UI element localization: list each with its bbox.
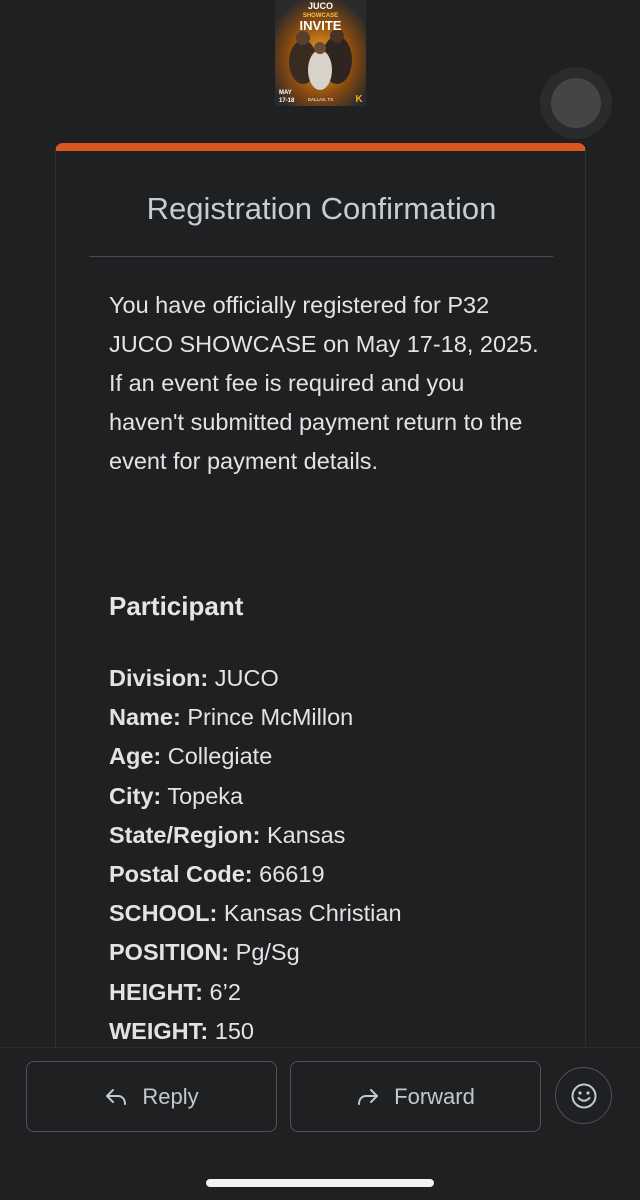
field-label: Division: bbox=[109, 665, 209, 691]
forward-label: Forward bbox=[394, 1083, 475, 1109]
home-indicator bbox=[206, 1179, 434, 1187]
poster-date-days: 17-18 bbox=[279, 98, 295, 104]
field-division: Division: JUCO bbox=[109, 659, 549, 698]
field-value: Collegiate bbox=[167, 743, 273, 770]
field-value: Kansas Christian bbox=[223, 900, 402, 927]
field-value: Prince McMillon bbox=[187, 704, 354, 731]
email-screen: JUCO SHOWCASE INVITE MAY 17-18 DALLAS, T… bbox=[0, 0, 640, 1200]
field-label: POSITION: bbox=[109, 939, 230, 966]
field-postal-code: Postal Code: 66619 bbox=[109, 855, 549, 894]
field-value: 6’2 bbox=[209, 978, 241, 1005]
field-value: 66619 bbox=[259, 861, 325, 888]
smiley-face-icon bbox=[571, 1083, 596, 1108]
field-age: Age: Collegiate bbox=[109, 737, 549, 776]
field-height: HEIGHT: 6’2 bbox=[109, 973, 549, 1012]
field-value: Pg/Sg bbox=[235, 939, 300, 966]
emoji-reaction-button[interactable] bbox=[555, 1067, 612, 1124]
field-value: Kansas bbox=[267, 821, 346, 848]
reply-button[interactable]: Reply bbox=[26, 1061, 277, 1132]
forward-button[interactable]: Forward bbox=[290, 1061, 541, 1132]
participant-details: Division: JUCO Name: Prince McMillon Age… bbox=[109, 659, 549, 1051]
field-value: Topeka bbox=[167, 782, 244, 809]
field-state-region: State/Region: Kansas bbox=[109, 816, 549, 855]
reply-arrow-icon bbox=[106, 1088, 127, 1105]
floating-button-circle-icon bbox=[551, 78, 601, 128]
field-label: Name: bbox=[109, 704, 181, 731]
poster-date-month: MAY bbox=[279, 90, 292, 96]
field-name: Name: Prince McMillon bbox=[109, 698, 549, 737]
forward-arrow-icon bbox=[358, 1088, 379, 1105]
participant-heading: Participant bbox=[109, 591, 244, 621]
title-divider bbox=[89, 256, 553, 257]
poster-title-line-3: INVITE bbox=[300, 18, 342, 33]
card-title: Registration Confirmation bbox=[146, 191, 497, 226]
field-label: City: bbox=[109, 782, 162, 809]
poster-logo: K bbox=[355, 94, 363, 105]
confirmation-card: Registration Confirmation You have offic… bbox=[55, 143, 586, 1103]
confirmation-message: You have officially registered for P32 J… bbox=[109, 292, 539, 474]
field-school: SCHOOL: Kansas Christian bbox=[109, 894, 549, 933]
field-label: Age: bbox=[109, 743, 162, 770]
field-label: SCHOOL: bbox=[109, 900, 218, 927]
field-label: Postal Code: bbox=[109, 861, 253, 888]
field-value: 150 bbox=[214, 1017, 254, 1044]
field-weight: WEIGHT: 150 bbox=[109, 1012, 549, 1051]
poster-location: DALLAS, TX bbox=[308, 97, 333, 102]
poster-title-line-1: JUCO bbox=[308, 1, 333, 11]
action-bar: Reply Forward bbox=[0, 1047, 640, 1200]
floating-action-button[interactable] bbox=[540, 67, 612, 139]
field-label: State/Region: bbox=[109, 821, 261, 848]
field-label: HEIGHT: bbox=[109, 978, 203, 1005]
reply-label: Reply bbox=[142, 1083, 199, 1109]
field-position: POSITION: Pg/Sg bbox=[109, 933, 549, 972]
event-poster-image[interactable]: JUCO SHOWCASE INVITE MAY 17-18 DALLAS, T… bbox=[275, 0, 366, 106]
field-label: WEIGHT: bbox=[109, 1017, 209, 1044]
field-value: JUCO bbox=[214, 665, 279, 691]
field-city: City: Topeka bbox=[109, 777, 549, 816]
